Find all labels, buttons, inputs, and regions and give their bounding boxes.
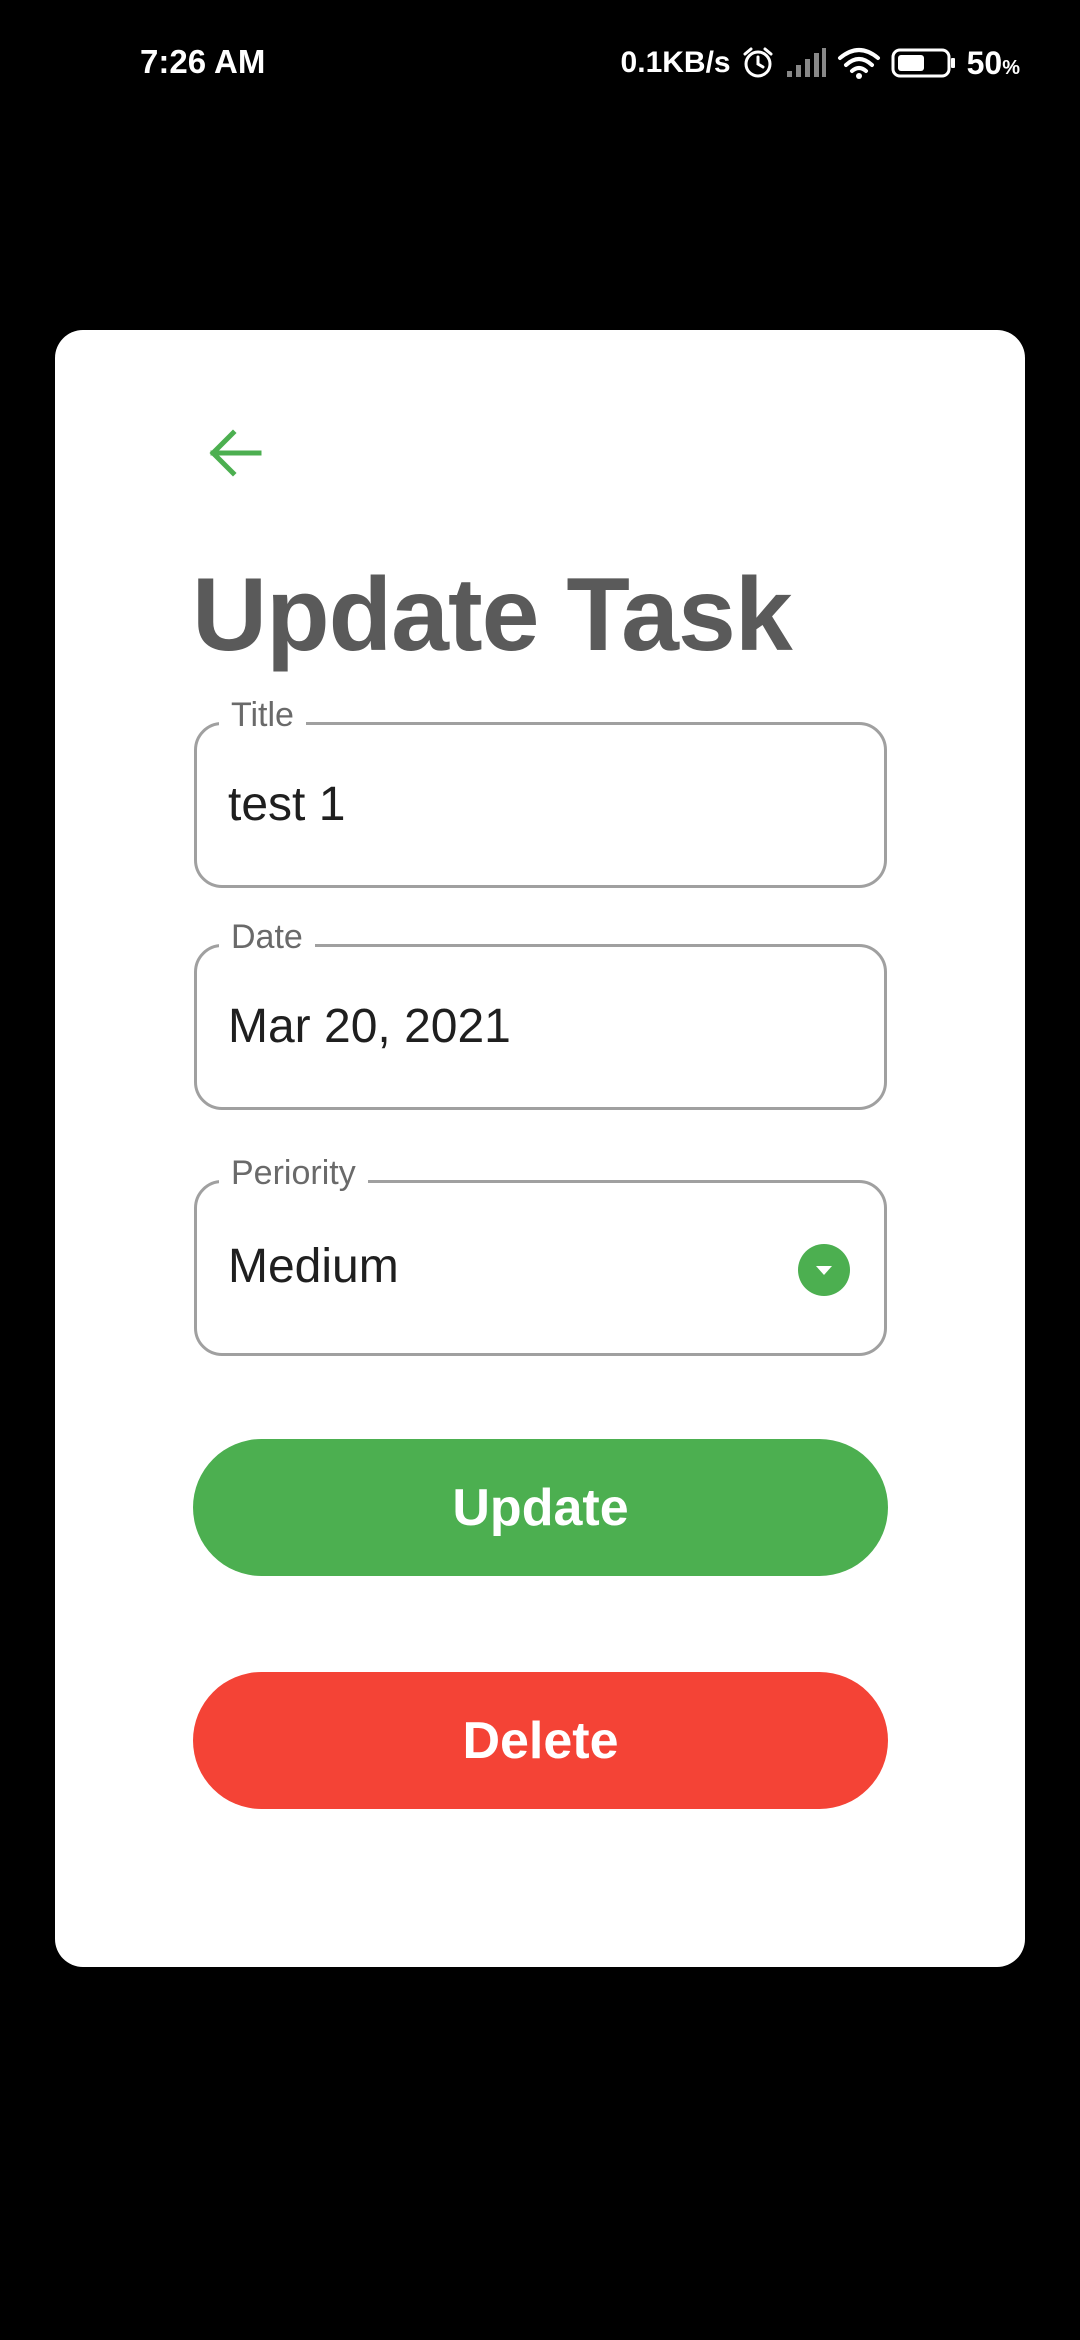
update-button[interactable]: Update	[193, 1439, 888, 1576]
arrow-left-icon	[203, 421, 267, 490]
battery-icon	[891, 47, 957, 79]
chevron-down-icon[interactable]	[798, 1244, 850, 1296]
date-field[interactable]: Date Mar 20, 2021	[194, 917, 887, 1110]
page-title: Update Task	[192, 557, 793, 673]
title-input[interactable]: test 1	[228, 777, 828, 833]
wifi-icon	[837, 46, 881, 80]
signal-icon	[785, 47, 827, 79]
status-time: 7:26 AM	[140, 43, 266, 80]
network-speed: 0.1KB/s	[620, 46, 731, 79]
priority-dropdown[interactable]: Periority Medium	[194, 1153, 887, 1356]
title-field-label: Title	[219, 695, 306, 735]
battery-percentage: 50%	[966, 44, 1020, 81]
back-button[interactable]	[195, 415, 275, 495]
title-field[interactable]: Title test 1	[194, 695, 887, 888]
status-bar: 7:26 AM 0.1KB/s 50%	[0, 0, 1080, 125]
delete-button[interactable]: Delete	[193, 1672, 888, 1809]
date-field-label: Date	[219, 917, 315, 957]
status-icons: 0.1KB/s 50%	[621, 38, 1020, 88]
alarm-icon	[741, 46, 775, 80]
priority-selected-value[interactable]: Medium	[228, 1239, 828, 1295]
date-input[interactable]: Mar 20, 2021	[228, 999, 828, 1055]
priority-field-label: Periority	[219, 1153, 368, 1193]
